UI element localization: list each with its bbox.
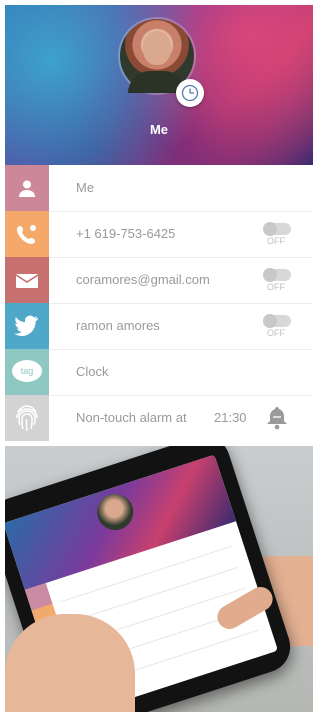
alarm-bell-icon[interactable] — [265, 405, 289, 431]
clock-icon — [181, 84, 199, 102]
phone-screen-divider — [66, 566, 239, 624]
list-item-clock[interactable]: tag Clock — [5, 349, 313, 396]
toggle-knob — [263, 314, 277, 328]
list-item-me[interactable]: Me — [5, 165, 313, 212]
mail-icon — [5, 257, 49, 303]
list-item-label: Clock — [76, 364, 109, 379]
list-item-email[interactable]: coramores@gmail.com OFF — [5, 257, 313, 304]
list-item-label: coramores@gmail.com — [76, 272, 210, 287]
twitter-bird-icon — [5, 303, 49, 349]
list-item-phone[interactable]: +1 619-753-6425 OFF — [5, 211, 313, 258]
profile-name: Me — [149, 122, 169, 137]
list-item-alarm[interactable]: Non-touch alarm at 21:30 — [5, 395, 313, 441]
toggle-state-label: OFF — [267, 236, 285, 246]
profile-header: Me — [5, 5, 313, 165]
toggle-knob — [263, 222, 277, 236]
toggle-state-label: OFF — [267, 282, 285, 292]
toggle-knob — [263, 268, 277, 282]
person-icon — [5, 165, 49, 211]
tag-text: tag — [21, 366, 34, 376]
alarm-time: 21:30 — [214, 410, 247, 425]
app-screenshot: Me Me +1 619-753-6425 OFF coramores@gmai… — [0, 0, 318, 716]
toggle-state-label: OFF — [267, 328, 285, 338]
twitter-toggle[interactable]: OFF — [263, 314, 293, 341]
list-item-label: Non-touch alarm at — [76, 410, 187, 425]
contact-list: Me +1 619-753-6425 OFF coramores@gmail.c… — [5, 165, 313, 441]
tag-icon: tag — [5, 349, 49, 395]
list-item-label: Me — [76, 180, 95, 195]
clock-badge-icon[interactable] — [176, 79, 204, 107]
phone-toggle[interactable]: OFF — [263, 222, 293, 249]
phone-icon — [5, 211, 49, 257]
fingerprint-icon — [5, 395, 49, 441]
list-item-twitter[interactable]: ramon amores OFF — [5, 303, 313, 350]
device-photo — [5, 446, 313, 712]
list-item-label: +1 619-753-6425 — [76, 226, 176, 241]
avatar-face — [143, 31, 171, 65]
list-item-label: ramon amores — [76, 318, 160, 333]
email-toggle[interactable]: OFF — [263, 268, 293, 295]
